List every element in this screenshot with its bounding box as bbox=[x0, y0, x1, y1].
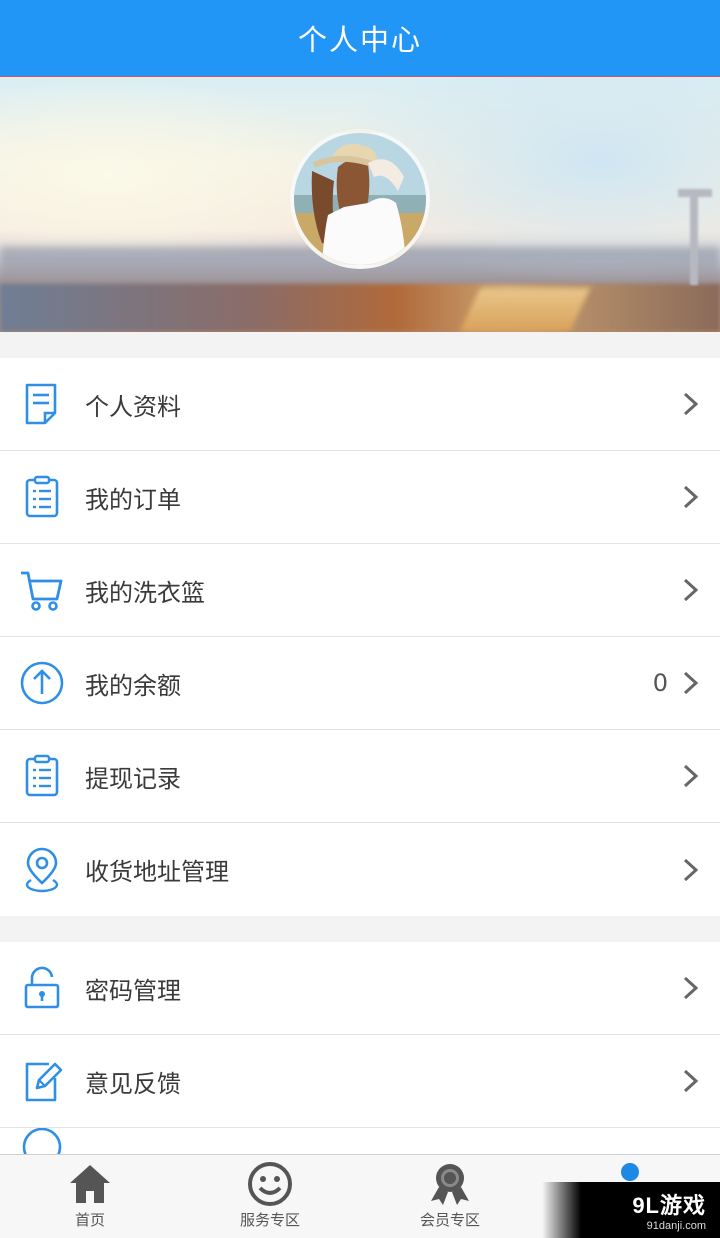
withdraw-record-icon bbox=[18, 752, 66, 800]
avatar[interactable] bbox=[290, 129, 430, 269]
banner-rail bbox=[459, 288, 591, 332]
banner-pole bbox=[690, 195, 698, 285]
menu-item-feedback[interactable]: 意见反馈 bbox=[0, 1035, 720, 1128]
location-pin-icon bbox=[18, 846, 66, 894]
banner-ground bbox=[0, 284, 720, 332]
banner-pole-top bbox=[678, 189, 712, 197]
balance-up-arrow-icon bbox=[18, 659, 66, 707]
section-gap bbox=[0, 916, 720, 942]
menu-item-password[interactable]: 密码管理 bbox=[0, 942, 720, 1035]
menu-item-label: 我的余额 bbox=[85, 671, 181, 700]
chevron-right-icon bbox=[682, 858, 700, 881]
profile-banner bbox=[0, 77, 720, 332]
menu-item-profile[interactable]: 个人资料 bbox=[0, 358, 720, 451]
menu-item-balance[interactable]: 我的余额 0 bbox=[0, 637, 720, 730]
menu-item-label: 我的洗衣篮 bbox=[85, 578, 205, 607]
avatar-photo bbox=[294, 133, 426, 265]
tab-label: 首页 bbox=[74, 1211, 105, 1229]
watermark-sub-text: 91danji.com bbox=[646, 1220, 706, 1232]
top-header: 个人中心 bbox=[0, 0, 720, 77]
balance-value: 0 bbox=[652, 669, 668, 697]
menu-group-primary: 个人资料 我的订单 我的洗衣篮 我的余额 0 提现记录 收货地址管理 bbox=[0, 358, 720, 916]
chevron-right-icon bbox=[682, 1069, 700, 1093]
chevron-right-icon bbox=[682, 578, 700, 602]
menu-item-label: 个人资料 bbox=[85, 392, 181, 421]
chevron-right-icon bbox=[682, 976, 700, 1000]
lock-icon bbox=[18, 964, 66, 1012]
menu-group-secondary: 密码管理 意见反馈 bbox=[0, 942, 720, 1158]
profile-doc-icon bbox=[18, 380, 66, 428]
order-list-icon bbox=[18, 473, 66, 521]
watermark-logo: 9L游戏 91danji.com bbox=[542, 1182, 720, 1238]
member-badge-icon bbox=[431, 1164, 469, 1205]
chevron-right-icon bbox=[682, 485, 700, 509]
page: 个人中心 个人资料 我的订单 我的洗衣篮 我的余额 0 提现记录 收货地址管理 … bbox=[0, 0, 720, 1238]
edit-feedback-icon bbox=[18, 1057, 66, 1105]
watermark-main-text: 9L游戏 bbox=[632, 1193, 706, 1218]
menu-item-label: 提现记录 bbox=[85, 764, 181, 793]
chevron-right-icon bbox=[682, 671, 700, 695]
tab-services[interactable]: 服务专区 bbox=[180, 1155, 360, 1238]
shopping-cart-icon bbox=[18, 566, 66, 614]
tab-label: 服务专区 bbox=[239, 1211, 300, 1229]
chevron-right-icon bbox=[682, 392, 700, 416]
menu-item-label: 我的订单 bbox=[85, 485, 181, 514]
menu-item-address[interactable]: 收货地址管理 bbox=[0, 823, 720, 916]
menu-item-label: 收货地址管理 bbox=[85, 858, 229, 886]
tab-members[interactable]: 会员专区 bbox=[360, 1155, 540, 1238]
menu-item-label: 密码管理 bbox=[85, 976, 181, 1005]
chevron-right-icon bbox=[682, 764, 700, 788]
section-gap bbox=[0, 332, 720, 358]
tab-label: 会员专区 bbox=[419, 1211, 480, 1229]
tab-home[interactable]: 首页 bbox=[0, 1155, 180, 1238]
menu-item-label: 意见反馈 bbox=[85, 1069, 181, 1098]
menu-item-withdraw-records[interactable]: 提现记录 bbox=[0, 730, 720, 823]
smiley-icon bbox=[248, 1162, 292, 1206]
menu-item-orders[interactable]: 我的订单 bbox=[0, 451, 720, 544]
active-dot-icon bbox=[621, 1163, 639, 1181]
page-title: 个人中心 bbox=[297, 23, 422, 57]
home-icon bbox=[70, 1165, 110, 1203]
menu-item-laundry-basket[interactable]: 我的洗衣篮 bbox=[0, 544, 720, 637]
